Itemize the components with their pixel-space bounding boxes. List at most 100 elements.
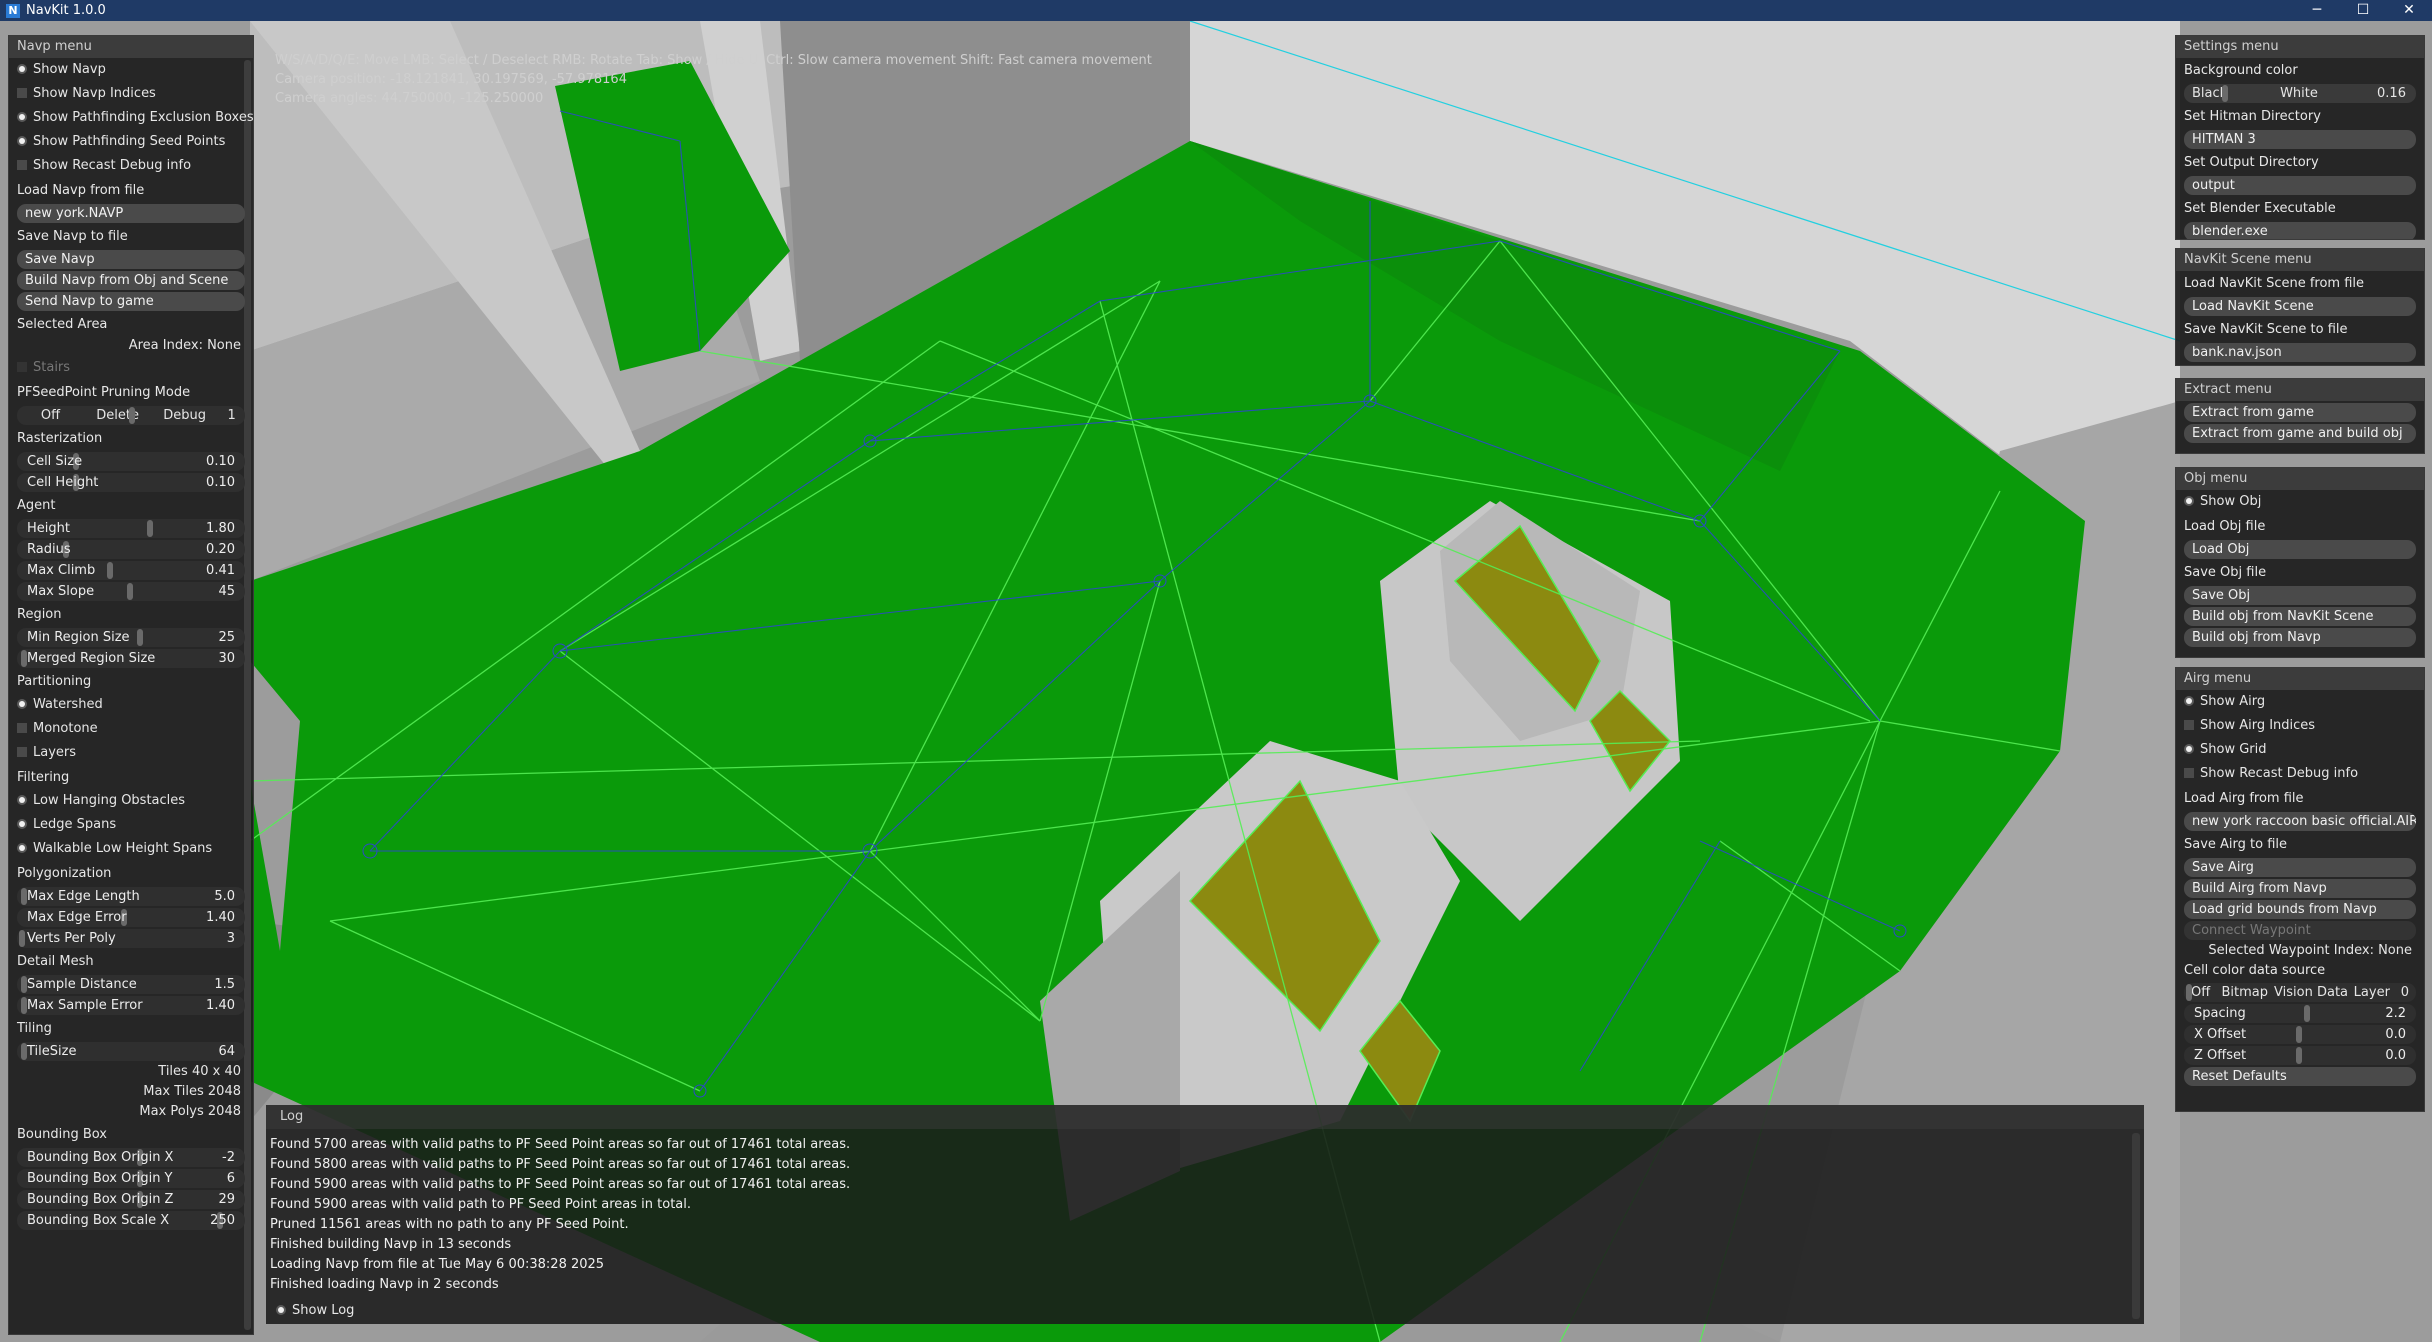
max-slope-slider[interactable]: Max Slope 45 [17, 582, 245, 601]
hitman-dir-field[interactable]: HITMAN 3 [2184, 130, 2416, 149]
pruning-debug-option[interactable]: Debug [151, 406, 218, 425]
cell-height-slider[interactable]: Cell Height 0.10 [17, 473, 245, 492]
min-region-slider[interactable]: Min Region Size 25 [17, 628, 245, 647]
bb-scale-x-slider[interactable]: Bounding Box Scale X 250 [17, 1211, 245, 1230]
build-obj-scene-button[interactable]: Build obj from NavKit Scene [2184, 607, 2416, 626]
save-navp-button[interactable]: Save Navp [17, 250, 245, 269]
show-airg-label: Show Airg [2200, 694, 2266, 709]
bb-origin-z-slider[interactable]: Bounding Box Origin Z 29 [17, 1190, 245, 1209]
slider-grab[interactable] [127, 583, 133, 600]
z-offset-slider[interactable]: Z Offset 0.0 [2184, 1046, 2416, 1065]
show-navp-indices-checkbox[interactable]: Show Navp Indices [9, 82, 253, 106]
pruning-delete-option[interactable]: Delete [84, 406, 151, 425]
bg-color-slider[interactable]: Black White 0.16 [2184, 84, 2416, 103]
max-edge-error-slider[interactable]: Max Edge Error 1.40 [17, 908, 245, 927]
log-scrollbar[interactable] [2132, 1133, 2140, 1319]
title-bar: N NavKit 1.0.0 ─ ☐ ✕ [0, 0, 2432, 21]
walkable-low-checkbox[interactable]: Walkable Low Height Spans [9, 837, 253, 861]
polygonization-heading: Polygonization [17, 866, 112, 881]
watershed-label: Watershed [33, 697, 103, 712]
pruning-off-option[interactable]: Off [17, 406, 84, 425]
slider-grab[interactable] [2304, 1005, 2310, 1022]
grid-bounds-button[interactable]: Load grid bounds from Navp [2184, 900, 2416, 919]
slider-value: 5.0 [214, 889, 235, 904]
show-exclusion-radio[interactable]: Show Pathfinding Exclusion Boxes [9, 106, 253, 130]
low-hanging-checkbox[interactable]: Low Hanging Obstacles [9, 789, 253, 813]
sample-distance-slider[interactable]: Sample Distance 1.5 [17, 975, 245, 994]
bb-origin-x-slider[interactable]: Bounding Box Origin X -2 [17, 1148, 245, 1167]
slider-grab[interactable] [2186, 984, 2192, 1001]
verts-per-poly-slider[interactable]: Verts Per Poly 3 [17, 929, 245, 948]
tile-size-slider[interactable]: TileSize 64 [17, 1042, 245, 1061]
show-log-radio[interactable]: Show Log [276, 1303, 354, 1318]
slider-value: 3 [226, 931, 235, 946]
max-sample-error-slider[interactable]: Max Sample Error 1.40 [17, 996, 245, 1015]
show-airg-indices-checkbox[interactable]: Show Airg Indices [2176, 714, 2424, 738]
blender-exe-field[interactable]: blender.exe [2184, 222, 2416, 239]
pruning-mode-selector[interactable]: Off Delete Debug 1 [17, 406, 245, 425]
layers-label: Layers [33, 745, 77, 760]
slider-grab[interactable] [19, 930, 25, 947]
cell-color-layer-option[interactable]: Layer [2350, 983, 2394, 1002]
cell-size-slider[interactable]: Cell Size 0.10 [17, 452, 245, 471]
build-airg-button[interactable]: Build Airg from Navp [2184, 879, 2416, 898]
slider-label: Max Slope [27, 584, 95, 599]
cell-color-bitmap-option[interactable]: Bitmap [2217, 983, 2272, 1002]
extract-build-button[interactable]: Extract from game and build obj [2184, 424, 2416, 443]
slider-grab[interactable] [2296, 1047, 2302, 1064]
max-edge-length-slider[interactable]: Max Edge Length 5.0 [17, 887, 245, 906]
ledge-spans-checkbox[interactable]: Ledge Spans [9, 813, 253, 837]
watershed-radio[interactable]: Watershed [9, 693, 253, 717]
load-obj-button[interactable]: Load Obj [2184, 540, 2416, 559]
spacing-slider[interactable]: Spacing 2.2 [2184, 1004, 2416, 1023]
show-airg-radio[interactable]: Show Airg [2176, 690, 2424, 714]
slider-grab[interactable] [2296, 1026, 2302, 1043]
cell-color-vision-option[interactable]: Vision Data [2272, 983, 2349, 1002]
show-navp-radio[interactable]: Show Navp [9, 58, 253, 82]
reset-defaults-button[interactable]: Reset Defaults [2184, 1067, 2416, 1086]
stairs-checkbox[interactable]: Stairs [9, 356, 253, 380]
load-airg-field[interactable]: new york raccoon basic official.AIRG [2184, 812, 2416, 831]
load-navp-field[interactable]: new york.NAVP [17, 204, 245, 223]
selected-area-label: Selected Area [17, 317, 108, 332]
extract-button[interactable]: Extract from game [2184, 403, 2416, 422]
output-dir-field[interactable]: output [2184, 176, 2416, 195]
navp-menu-title: Navp menu [9, 36, 253, 58]
show-recast-label: Show Recast Debug info [33, 158, 192, 173]
slider-grab[interactable] [147, 520, 153, 537]
save-airg-button[interactable]: Save Airg [2184, 858, 2416, 877]
radio-on-icon [17, 111, 27, 122]
connect-waypoint-button[interactable]: Connect Waypoint [2184, 921, 2416, 940]
build-obj-navp-button[interactable]: Build obj from Navp [2184, 628, 2416, 647]
obj-menu-title: Obj menu [2176, 468, 2424, 490]
show-seed-radio[interactable]: Show Pathfinding Seed Points [9, 130, 253, 154]
load-scene-button[interactable]: Load NavKit Scene [2184, 297, 2416, 316]
build-navp-button[interactable]: Build Navp from Obj and Scene [17, 271, 245, 290]
slider-grab[interactable] [129, 407, 135, 424]
show-recast-checkbox[interactable]: Show Recast Debug info [9, 154, 253, 178]
slider-grab[interactable] [107, 562, 113, 579]
bb-origin-y-slider[interactable]: Bounding Box Origin Y 6 [17, 1169, 245, 1188]
show-obj-radio[interactable]: Show Obj [2176, 490, 2424, 514]
window-title: NavKit 1.0.0 [26, 3, 106, 18]
merged-region-slider[interactable]: Merged Region Size 30 [17, 649, 245, 668]
close-button[interactable]: ✕ [2386, 0, 2432, 21]
save-obj-button[interactable]: Save Obj [2184, 586, 2416, 605]
maximize-button[interactable]: ☐ [2340, 0, 2386, 21]
agent-radius-slider[interactable]: Radius 0.20 [17, 540, 245, 559]
monotone-radio[interactable]: Monotone [9, 717, 253, 741]
ledge-spans-label: Ledge Spans [33, 817, 117, 832]
slider-label: Verts Per Poly [27, 931, 116, 946]
send-navp-button[interactable]: Send Navp to game [17, 292, 245, 311]
cell-color-selector[interactable]: Off Bitmap Vision Data Layer 0 [2184, 983, 2416, 1002]
layers-radio[interactable]: Layers [9, 741, 253, 765]
minimize-button[interactable]: ─ [2294, 0, 2340, 21]
slider-grab[interactable] [137, 629, 143, 646]
x-offset-slider[interactable]: X Offset 0.0 [2184, 1025, 2416, 1044]
max-climb-slider[interactable]: Max Climb 0.41 [17, 561, 245, 580]
slider-grab[interactable] [2222, 85, 2228, 102]
save-scene-field[interactable]: bank.nav.json [2184, 343, 2416, 362]
show-airg-recast-checkbox[interactable]: Show Recast Debug info [2176, 762, 2424, 786]
agent-height-slider[interactable]: Height 1.80 [17, 519, 245, 538]
show-grid-radio[interactable]: Show Grid [2176, 738, 2424, 762]
